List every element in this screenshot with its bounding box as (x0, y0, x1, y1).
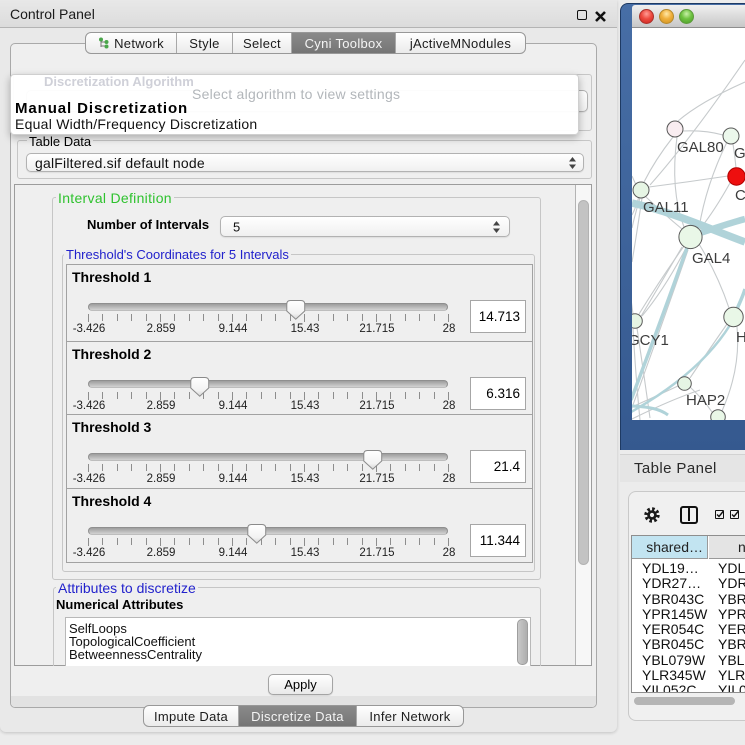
svg-text:GAL80: GAL80 (677, 139, 724, 156)
svg-text:GA: GA (734, 145, 745, 162)
svg-text:HAP2: HAP2 (686, 392, 725, 409)
svg-text:GAL4: GAL4 (692, 250, 730, 267)
svg-text:GCY1: GCY1 (632, 332, 669, 349)
svg-text:GAL11: GAL11 (643, 199, 689, 216)
svg-text:H: H (736, 329, 745, 346)
svg-text:C: C (735, 187, 745, 204)
